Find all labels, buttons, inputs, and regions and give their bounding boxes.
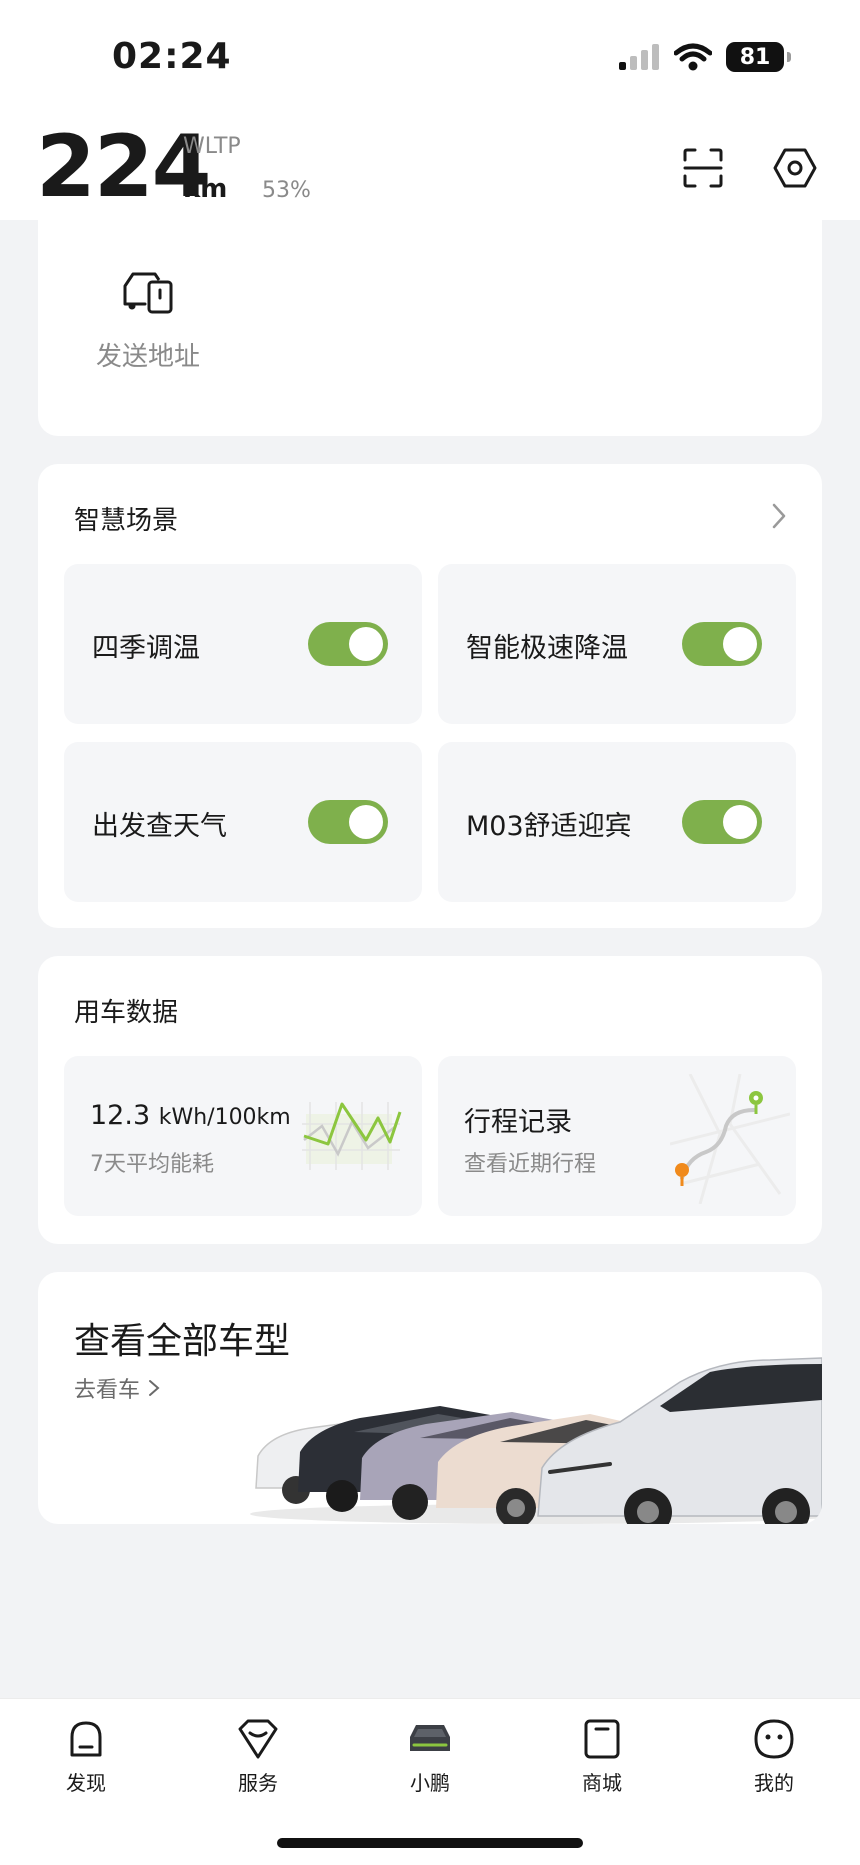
energy-unit: kWh/100km <box>158 1105 291 1130</box>
toggle-knob <box>723 627 757 661</box>
car-icon <box>410 1725 450 1751</box>
service-icon <box>238 1719 278 1759</box>
energy-trend-icon <box>302 1102 402 1170</box>
energy-caption: 7天平均能耗 <box>90 1152 214 1177</box>
tab-discover[interactable]: 发现 <box>26 1715 146 1796</box>
view-cars-label: 去看车 <box>74 1378 141 1403</box>
energy-value: 12.3 <box>90 1100 151 1131</box>
smart-scenes-title: 智慧场景 <box>74 506 179 536</box>
energy-value-line: 12.3 kWh/100km <box>90 1100 291 1131</box>
tab-label: 小鹏 <box>410 1771 450 1795</box>
tab-label: 商城 <box>582 1771 622 1795</box>
chevron-right-icon[interactable] <box>770 502 788 530</box>
settings-button[interactable] <box>771 144 819 192</box>
scene-label: 出发查天气 <box>92 811 227 842</box>
range-header: 224 WLTP km 53% <box>0 110 860 220</box>
toggle-knob <box>349 805 383 839</box>
scan-icon <box>683 148 723 188</box>
toggle-knob <box>723 805 757 839</box>
energy-consumption-tile[interactable]: 12.3 kWh/100km 7天平均能耗 <box>64 1056 422 1216</box>
tab-xpeng[interactable]: 小鹏 <box>370 1715 490 1796</box>
scene-label: 四季调温 <box>92 633 200 664</box>
scan-button[interactable] <box>679 144 727 192</box>
scene-toggle[interactable] <box>682 622 762 666</box>
tab-service[interactable]: 服务 <box>198 1715 318 1796</box>
smart-scenes-card: 智慧场景 四季调温 智能极速降温 出发查天气 M03舒适迎宾 <box>38 464 822 928</box>
all-models-card[interactable]: 查看全部车型 去看车 <box>38 1272 822 1524</box>
scene-label: 智能极速降温 <box>466 633 628 664</box>
tab-label: 发现 <box>66 1771 106 1795</box>
trip-records-caption: 查看近期行程 <box>464 1152 597 1177</box>
settings-hexagon-icon <box>773 148 817 188</box>
range-standard: WLTP <box>183 134 241 159</box>
send-address-action[interactable]: 发送地址 <box>88 268 208 373</box>
send-address-label: 发送地址 <box>95 342 200 372</box>
cellular-signal-icon <box>619 44 659 70</box>
scene-toggle[interactable] <box>308 622 388 666</box>
wifi-icon <box>674 43 712 71</box>
scene-tile: M03舒适迎宾 <box>438 742 796 902</box>
view-cars-link[interactable]: 去看车 <box>74 1372 160 1404</box>
usage-data-card: 用车数据 12.3 kWh/100km 7天平均能耗 行程记录 查看近期行程 <box>38 956 822 1244</box>
scene-tile: 出发查天气 <box>64 742 422 902</box>
status-icons: 81 <box>618 42 791 72</box>
scene-label: M03舒适迎宾 <box>466 811 632 842</box>
battery-percent: 53% <box>262 178 311 203</box>
scene-toggle[interactable] <box>308 800 388 844</box>
tab-profile[interactable]: 我的 <box>714 1715 834 1796</box>
trip-records-title: 行程记录 <box>464 1107 572 1138</box>
tab-label: 我的 <box>754 1771 794 1795</box>
toggle-knob <box>349 627 383 661</box>
range-unit: km <box>183 174 228 204</box>
quick-actions-card: 发送地址 <box>38 220 822 436</box>
trip-records-tile[interactable]: 行程记录 查看近期行程 <box>438 1056 796 1216</box>
chevron-right-small-icon <box>149 1380 160 1396</box>
shop-icon <box>584 1719 620 1759</box>
home-indicator <box>277 1838 583 1848</box>
tab-shop[interactable]: 商城 <box>542 1715 662 1796</box>
scene-tile: 四季调温 <box>64 564 422 724</box>
tab-label: 服务 <box>238 1771 278 1795</box>
status-bar: 02:24 81 <box>0 0 860 110</box>
discover-icon <box>70 1721 102 1757</box>
car-lineup-image <box>250 1357 822 1524</box>
scene-tile: 智能极速降温 <box>438 564 796 724</box>
status-time: 02:24 <box>112 36 232 77</box>
route-map-icon <box>670 1074 790 1204</box>
battery-indicator: 81 <box>726 42 791 72</box>
usage-data-title: 用车数据 <box>74 998 179 1028</box>
profile-icon <box>754 1719 794 1759</box>
scene-toggle[interactable] <box>682 800 762 844</box>
send-to-car-icon <box>123 272 173 314</box>
